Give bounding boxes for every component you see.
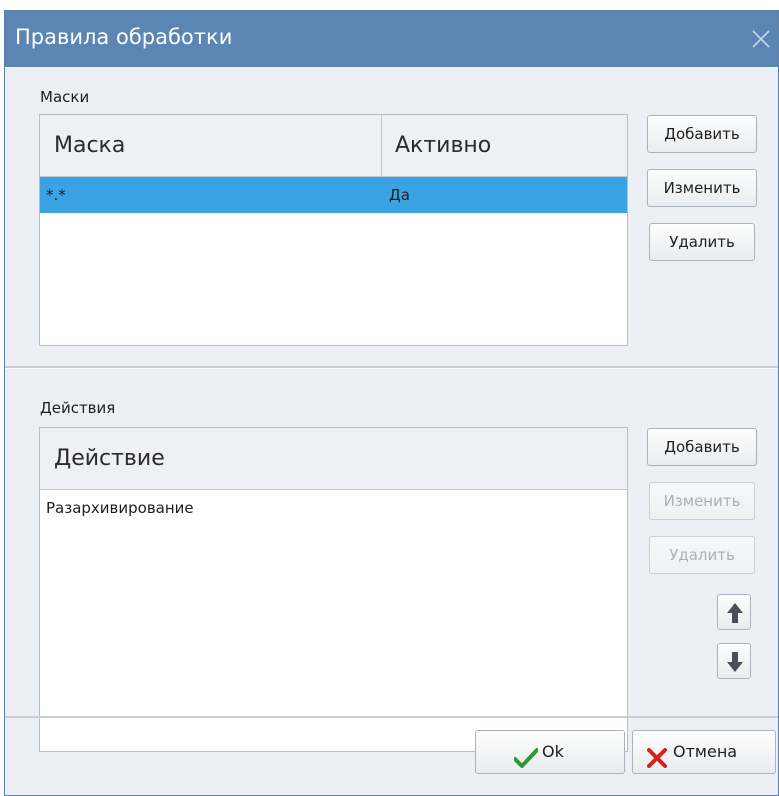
- actions-edit-button[interactable]: Изменить: [649, 482, 755, 520]
- title-bar[interactable]: Правила обработки: [5, 11, 778, 67]
- action-cell: Разархивирование: [46, 499, 194, 517]
- masks-edit-button[interactable]: Изменить: [647, 169, 757, 207]
- cancel-button-label: Отмена: [673, 742, 738, 761]
- active-cell: Да: [389, 186, 410, 204]
- checkmark-icon: [513, 742, 539, 784]
- table-row[interactable]: *.* Да: [40, 177, 627, 213]
- section-divider-highlight: [5, 368, 778, 369]
- ok-button[interactable]: Ok: [475, 730, 625, 774]
- masks-table[interactable]: Маска Активно *.* Да: [39, 114, 628, 346]
- column-header-active[interactable]: Активно: [381, 115, 628, 176]
- masks-section-label: Маски: [40, 88, 90, 106]
- ok-button-label: Ok: [542, 742, 564, 761]
- mask-cell: *.*: [46, 186, 66, 204]
- actions-add-button[interactable]: Добавить: [647, 428, 757, 466]
- actions-table[interactable]: Действие Разархивирование: [39, 427, 628, 752]
- footer-divider: [5, 716, 778, 718]
- close-icon[interactable]: [750, 28, 772, 50]
- actions-table-header: Действие: [40, 428, 627, 490]
- masks-delete-button[interactable]: Удалить: [649, 223, 755, 261]
- arrow-down-icon: [727, 652, 743, 672]
- cancel-button[interactable]: Отмена: [632, 730, 776, 774]
- window-title: Правила обработки: [15, 25, 233, 49]
- actions-delete-button[interactable]: Удалить: [649, 536, 755, 574]
- dialog-window: Правила обработки Маски Маска Активно *.…: [4, 10, 779, 796]
- cross-icon: [647, 742, 667, 784]
- move-down-button[interactable]: [717, 643, 751, 679]
- table-row[interactable]: Разархивирование: [40, 490, 627, 526]
- actions-section-label: Действия: [40, 399, 116, 417]
- move-up-button[interactable]: [717, 594, 751, 630]
- column-header-mask[interactable]: Маска: [40, 115, 381, 176]
- column-header-action[interactable]: Действие: [40, 428, 628, 489]
- masks-table-header: Маска Активно: [40, 115, 627, 177]
- masks-add-button[interactable]: Добавить: [647, 115, 757, 153]
- arrow-up-icon: [727, 603, 743, 623]
